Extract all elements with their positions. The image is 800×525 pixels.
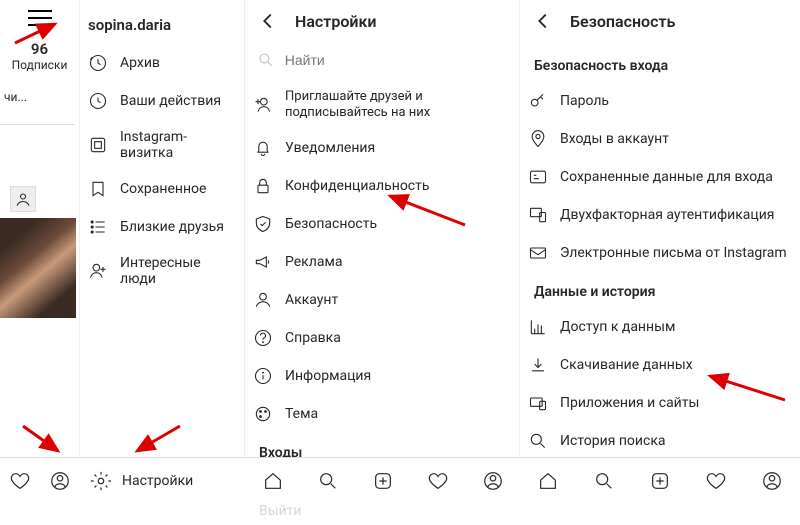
megaphone-icon xyxy=(253,252,273,272)
photo-thumbnail[interactable] xyxy=(0,218,76,318)
security-access-data[interactable]: Доступ к данным xyxy=(520,308,800,346)
location-icon xyxy=(528,129,548,149)
lock-icon xyxy=(253,176,273,196)
chart-icon xyxy=(528,317,548,337)
mail-icon xyxy=(528,243,548,263)
menu-archive[interactable]: Архив xyxy=(80,44,244,82)
add-icon[interactable] xyxy=(649,470,671,492)
stat-count: 96 xyxy=(0,40,79,58)
add-icon[interactable] xyxy=(372,470,394,492)
user-icon xyxy=(253,290,273,310)
heart-icon[interactable] xyxy=(705,470,727,492)
cut-text: чи... xyxy=(0,90,27,104)
security-saved-login[interactable]: Сохраненные данные для входа xyxy=(520,158,800,196)
devices-icon xyxy=(528,205,548,225)
gear-icon xyxy=(90,470,112,492)
profile-icon[interactable] xyxy=(49,470,71,492)
menu-close-friends[interactable]: Близкие друзья xyxy=(80,208,244,246)
settings-about[interactable]: Информация xyxy=(245,357,519,395)
bell-icon xyxy=(253,138,273,158)
security-search-history[interactable]: История поиска xyxy=(520,422,800,460)
bookmark-icon xyxy=(88,179,108,199)
home-icon[interactable] xyxy=(262,470,284,492)
key-icon xyxy=(528,91,548,111)
settings-privacy[interactable]: Конфиденциальность xyxy=(245,167,519,205)
apps-icon xyxy=(528,393,548,413)
heart-icon[interactable] xyxy=(427,470,449,492)
menu-saved[interactable]: Сохраненное xyxy=(80,170,244,208)
bottom-nav-4 xyxy=(520,457,800,503)
clock-icon xyxy=(88,53,108,73)
menu-activity[interactable]: Ваши действия xyxy=(80,82,244,120)
settings-notifications[interactable]: Уведомления xyxy=(245,129,519,167)
shield-icon xyxy=(253,214,273,234)
theme-icon xyxy=(253,404,273,424)
add-user-icon xyxy=(88,261,108,281)
menu-discover[interactable]: Интересные люди xyxy=(80,246,244,296)
info-icon xyxy=(253,366,273,386)
settings-help[interactable]: Справка xyxy=(245,319,519,357)
search-icon xyxy=(257,50,275,70)
list-icon xyxy=(88,217,108,237)
search-input[interactable] xyxy=(285,52,507,68)
nametag-icon xyxy=(88,135,108,155)
security-title: Безопасность xyxy=(570,12,675,31)
settings-title: Настройки xyxy=(295,12,377,31)
search-icon[interactable] xyxy=(317,470,339,492)
security-download-data[interactable]: Скачивание данных xyxy=(520,346,800,384)
stat-following[interactable]: 96 Подписки xyxy=(0,40,79,72)
download-icon xyxy=(528,355,548,375)
activity-icon xyxy=(88,91,108,111)
security-login-activity[interactable]: Входы в аккаунт xyxy=(520,120,800,158)
card-icon xyxy=(528,167,548,187)
login-security-header: Безопасность входа xyxy=(520,46,800,82)
back-icon[interactable] xyxy=(257,10,279,32)
search-icon[interactable] xyxy=(593,470,615,492)
tagged-placeholder-icon xyxy=(10,186,36,212)
home-icon[interactable] xyxy=(537,470,559,492)
security-emails[interactable]: Электронные письма от Instagram xyxy=(520,234,800,272)
search-field[interactable] xyxy=(245,46,519,80)
bottom-nav-3 xyxy=(245,457,520,503)
settings-follow-invite[interactable]: Приглашайте друзей и подписывайтесь на н… xyxy=(245,80,519,129)
back-icon[interactable] xyxy=(532,10,554,32)
settings-ads[interactable]: Реклама xyxy=(245,243,519,281)
security-two-factor[interactable]: Двухфакторная аутентификация xyxy=(520,196,800,234)
bottom-nav-1 xyxy=(0,457,80,503)
help-icon xyxy=(253,328,273,348)
settings-account[interactable]: Аккаунт xyxy=(245,281,519,319)
add-user-icon xyxy=(253,95,273,115)
menu-nametag[interactable]: Instagram-визитка xyxy=(80,120,244,170)
heart-icon[interactable] xyxy=(9,470,31,492)
settings-theme[interactable]: Тема xyxy=(245,395,519,433)
stat-label: Подписки xyxy=(0,58,79,72)
hamburger-menu[interactable] xyxy=(28,10,52,26)
data-history-header: Данные и история xyxy=(520,272,800,308)
profile-icon[interactable] xyxy=(761,470,783,492)
security-apps-sites[interactable]: Приложения и сайты xyxy=(520,384,800,422)
profile-icon[interactable] xyxy=(482,470,504,492)
username-label: sopina.daria xyxy=(80,8,244,44)
settings-security[interactable]: Безопасность xyxy=(245,205,519,243)
security-password[interactable]: Пароль xyxy=(520,82,800,120)
settings-bottom[interactable]: Настройки xyxy=(80,457,245,503)
search-icon xyxy=(528,431,548,451)
settings-label: Настройки xyxy=(122,473,193,489)
